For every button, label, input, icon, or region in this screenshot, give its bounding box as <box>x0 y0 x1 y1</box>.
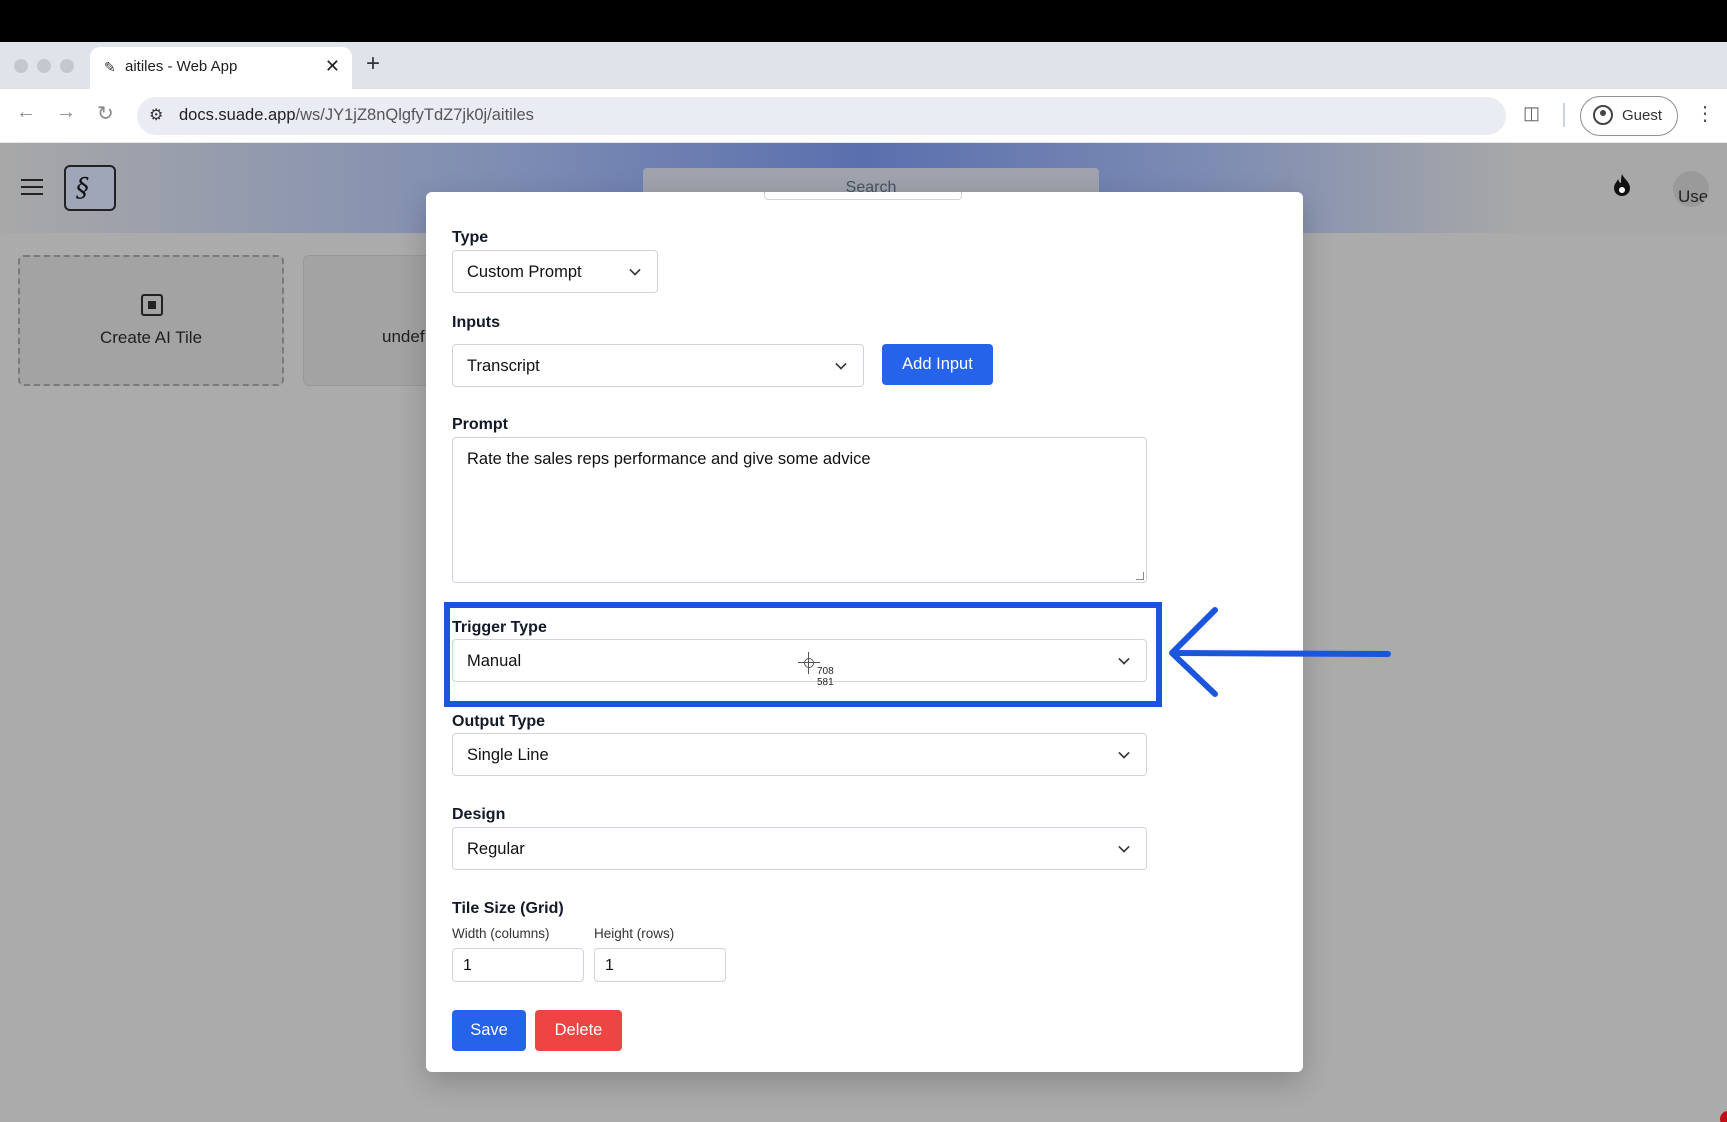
cursor-x-readout: 708 <box>817 666 834 677</box>
window-zoom-dot[interactable] <box>60 59 74 73</box>
forward-arrow-icon[interactable]: → <box>56 101 76 124</box>
inputs-select-value: Transcript <box>467 357 540 375</box>
design-select-value: Regular <box>467 840 525 858</box>
corner-indicator <box>1720 1111 1727 1122</box>
profile-icon <box>1593 105 1613 125</box>
logo-icon: § <box>76 173 89 203</box>
prompt-text: Rate the sales reps performance and give… <box>467 450 871 468</box>
tab-close-icon[interactable]: ✕ <box>325 56 340 77</box>
scrolled-field-edge <box>764 192 962 200</box>
address-url: docs.suade.app/ws/JY1jZ8nQlgfyTdZ7jk0j/a… <box>179 106 534 124</box>
chevron-down-icon <box>1118 841 1130 853</box>
reload-icon[interactable]: ↻ <box>97 101 114 126</box>
extensions-icon[interactable]: ◫ <box>1523 103 1540 124</box>
cursor-ring <box>804 658 814 668</box>
cursor-y-readout: 581 <box>817 677 834 688</box>
browser-tab[interactable]: ✎ aitiles - Web App ✕ <box>90 47 352 89</box>
save-button[interactable]: Save <box>452 1010 526 1051</box>
window-close-dot[interactable] <box>14 59 28 73</box>
type-select-value: Custom Prompt <box>467 263 582 281</box>
height-label: Height (rows) <box>594 926 675 941</box>
window-minimize-dot[interactable] <box>37 59 51 73</box>
arrow-left-icon <box>1169 607 1391 697</box>
chip-icon <box>141 294 163 316</box>
inputs-select[interactable]: Transcript <box>452 344 864 387</box>
browser-nav-bar: ← → ↻ ⚙ docs.suade.app/ws/JY1jZ8nQlgfyTd… <box>0 89 1727 143</box>
width-value: 1 <box>463 957 472 974</box>
height-value: 1 <box>605 957 614 974</box>
type-select[interactable]: Custom Prompt <box>452 250 658 293</box>
os-top-bar <box>0 0 1727 42</box>
resize-handle-icon[interactable] <box>1136 572 1144 580</box>
output-type-label: Output Type <box>452 713 546 730</box>
width-label: Width (columns) <box>452 926 550 941</box>
app-logo[interactable]: § <box>64 165 116 211</box>
chevron-down-icon <box>835 358 847 370</box>
create-ai-tile-card[interactable]: Create AI Tile <box>18 255 284 386</box>
output-type-select-value: Single Line <box>467 746 549 764</box>
prompt-label: Prompt <box>452 416 508 433</box>
height-input[interactable]: 1 <box>594 948 726 982</box>
design-label: Design <box>452 806 506 823</box>
back-arrow-icon[interactable]: ← <box>16 101 36 124</box>
user-avatar[interactable]: Use <box>1673 171 1709 207</box>
add-input-button[interactable]: Add Input <box>882 344 993 385</box>
profile-button[interactable]: Guest <box>1580 96 1678 136</box>
toolbar-divider <box>1563 103 1565 127</box>
chevron-down-icon <box>629 264 641 276</box>
new-tab-icon[interactable]: + <box>366 50 380 78</box>
avatar-alt-text: Use <box>1678 187 1709 206</box>
chevron-down-icon <box>1118 747 1130 759</box>
delete-button[interactable]: Delete <box>535 1010 622 1051</box>
profile-label: Guest <box>1622 107 1663 124</box>
inputs-label: Inputs <box>452 314 500 331</box>
tab-favicon-icon: ✎ <box>104 59 116 75</box>
prompt-textarea[interactable]: Rate the sales reps performance and give… <box>452 437 1147 583</box>
output-type-select[interactable]: Single Line <box>452 733 1147 776</box>
browser-menu-icon[interactable]: ⋮ <box>1695 101 1715 126</box>
tile-label: Create AI Tile <box>99 328 203 347</box>
tile-size-label: Tile Size (Grid) <box>452 900 564 917</box>
type-label: Type <box>452 229 489 246</box>
address-bar[interactable]: ⚙ docs.suade.app/ws/JY1jZ8nQlgfyTdZ7jk0j… <box>137 97 1506 135</box>
flame-icon[interactable] <box>1611 173 1633 197</box>
site-settings-icon[interactable]: ⚙ <box>149 105 163 125</box>
width-input[interactable]: 1 <box>452 948 584 982</box>
hamburger-menu-icon[interactable] <box>21 179 43 196</box>
tab-title: aitiles - Web App <box>125 58 238 75</box>
design-select[interactable]: Regular <box>452 827 1147 870</box>
